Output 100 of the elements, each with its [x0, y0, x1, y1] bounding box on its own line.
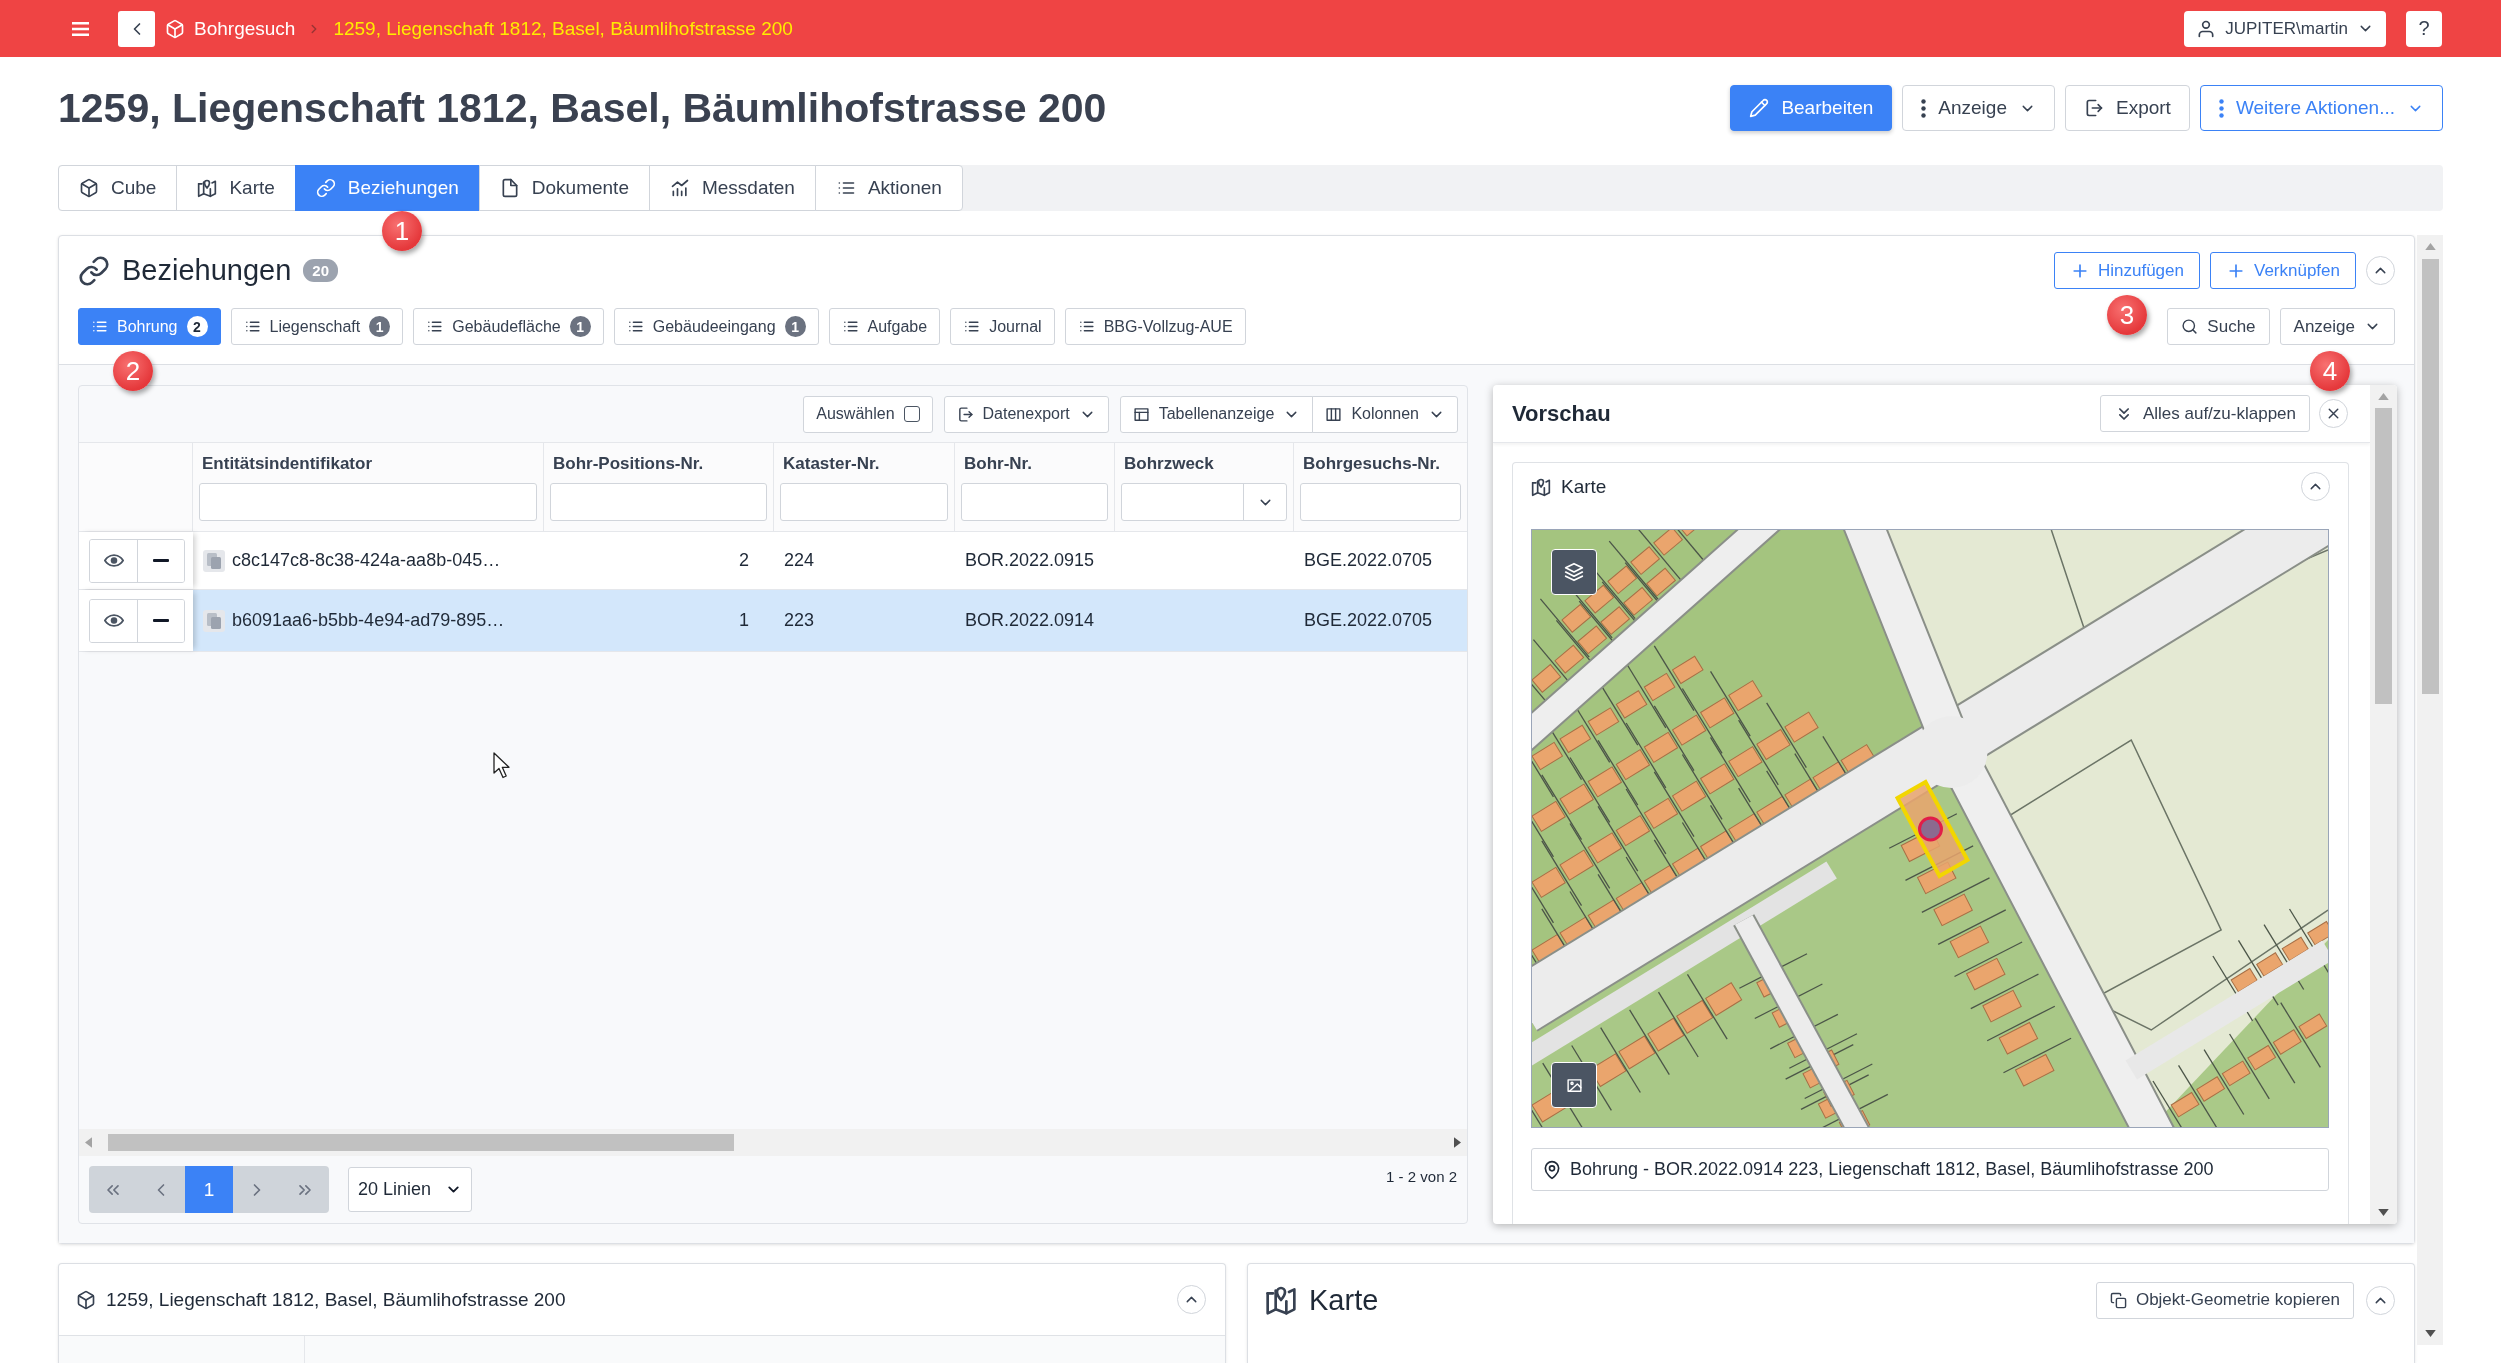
table-cell-text: 223 — [783, 609, 816, 632]
copy-icon[interactable] — [203, 609, 225, 632]
expand-collapse-all-button[interactable]: Alles auf/zu-klappen — [2099, 395, 2310, 432]
export-button[interactable]: Export — [2064, 85, 2190, 131]
more-actions-button[interactable]: Weitere Aktionen... — [2199, 85, 2443, 131]
scroll-right-icon[interactable] — [1454, 1137, 1461, 1148]
next-page-button[interactable] — [233, 1166, 281, 1213]
display-menu-button[interactable]: Anzeige — [2279, 308, 2395, 345]
table-row[interactable]: b6091aa6-b5bb-4e94-ad79-895… 1 223 BOR.2022.0914 BGE.2022.0705 — [79, 590, 1467, 652]
table-cell-text: 1 — [738, 609, 750, 632]
link-icon — [315, 178, 336, 198]
filter-input[interactable] — [550, 483, 767, 521]
copy-icon[interactable] — [203, 549, 225, 572]
close-button[interactable] — [2319, 399, 2348, 428]
table-row[interactable]: c8c147c8-8c38-424a-aa8b-045… 2 224 BOR.2022.0915 BGE.2022.0705 — [79, 532, 1467, 590]
link-button[interactable]: Verknüpfen — [2210, 252, 2356, 289]
filter-tab[interactable]: Liegenschaft 1 — [230, 308, 404, 345]
filter-input[interactable] — [780, 483, 948, 521]
map-drawing[interactable] — [1532, 530, 2328, 1127]
tab[interactable]: Dokumente — [478, 165, 650, 211]
tab[interactable]: Aktionen — [814, 165, 963, 211]
vertical-dots-icon — [2218, 98, 2224, 118]
eye-icon — [103, 554, 124, 567]
search-button[interactable]: Suche — [2167, 308, 2270, 345]
page-size-select[interactable]: 20 Linien — [348, 1167, 472, 1212]
filter-tab[interactable]: BBG-Vollzug-AUE — [1064, 308, 1246, 345]
page-scrollbar[interactable] — [2417, 235, 2443, 1345]
remove-button[interactable] — [137, 539, 184, 582]
image-button[interactable] — [1551, 1062, 1597, 1108]
page-button[interactable]: 1 — [185, 1166, 233, 1213]
scrollbar-thumb[interactable] — [2375, 408, 2392, 704]
layers-button[interactable] — [1551, 549, 1597, 595]
select-button[interactable]: Auswählen — [803, 395, 933, 433]
filter-tab[interactable]: Aufgabe — [828, 308, 941, 345]
first-page-button[interactable] — [89, 1166, 137, 1213]
column-header[interactable]: Entitätsindentifikator — [199, 454, 372, 474]
tab[interactable]: Cube — [58, 165, 178, 211]
preview-title: Vorschau — [1512, 400, 1611, 427]
tab[interactable]: Messdaten — [648, 165, 816, 211]
table-view-button[interactable]: Tabellenanzeige — [1119, 395, 1314, 433]
filter-input[interactable] — [1300, 483, 1461, 521]
column-header[interactable]: Bohr-Positions-Nr. — [550, 454, 704, 474]
scrollbar-thumb[interactable] — [2421, 259, 2439, 694]
scrollbar-thumb[interactable] — [108, 1134, 734, 1151]
filter-tab[interactable]: Gebäudefläche 1 — [413, 308, 604, 345]
back-button[interactable] — [118, 10, 155, 47]
table-layout-icon — [1132, 405, 1150, 423]
checkbox[interactable] — [903, 406, 920, 422]
filter-select[interactable] — [1121, 483, 1287, 521]
cube-icon — [165, 18, 185, 39]
page-title: 1259, Liegenschaft 1812, Basel, Bäumlihofstrasse 200 — [58, 84, 1107, 132]
minus-icon — [153, 559, 169, 562]
filter-input[interactable] — [199, 483, 537, 521]
horizontal-scrollbar[interactable] — [79, 1129, 1467, 1156]
add-button[interactable]: Hinzufügen — [2053, 252, 2200, 289]
column-header[interactable]: Bohr-Nr. — [961, 454, 1032, 474]
columns-button[interactable]: Kolonnen — [1312, 395, 1458, 433]
table-cell-text: 224 — [783, 549, 816, 572]
scroll-up-icon[interactable] — [2378, 393, 2389, 400]
column-header[interactable]: Bohrzweck — [1121, 454, 1214, 474]
filter-input[interactable] — [961, 483, 1108, 521]
edit-button[interactable]: Bearbeiten — [1730, 85, 1893, 131]
cube-icon — [79, 178, 99, 198]
previous-page-button[interactable] — [137, 1166, 185, 1213]
user-menu-button[interactable]: JUPITER\martin — [2184, 10, 2386, 47]
columns-icon — [1325, 405, 1343, 423]
cube-icon — [76, 1289, 96, 1310]
card-title: Karte — [1561, 475, 1607, 498]
column-header[interactable]: Kataster-Nr. — [780, 454, 880, 474]
section-title: Beziehungen — [122, 254, 292, 287]
copy-geometry-button[interactable]: Objekt-Geometrie kopieren — [2095, 1281, 2354, 1319]
count-badge: 1 — [784, 316, 806, 337]
table-cell-text: BOR.2022.0915 — [964, 549, 1096, 572]
tab[interactable]: Karte — [176, 165, 296, 211]
link-icon — [78, 254, 110, 287]
filter-tab[interactable]: Gebäudeeingang 1 — [613, 308, 819, 345]
data-export-button[interactable]: Datenexport — [943, 395, 1109, 433]
collapse-button[interactable] — [2301, 472, 2330, 501]
scroll-up-icon[interactable] — [2424, 243, 2436, 250]
scroll-down-icon[interactable] — [2424, 1330, 2436, 1337]
help-button[interactable]: ? — [2406, 10, 2442, 47]
filter-tab[interactable]: Bohrung 2 — [78, 308, 221, 345]
vertical-scrollbar[interactable] — [2370, 385, 2397, 1224]
collapse-button[interactable] — [2366, 1285, 2395, 1315]
count-badge: 1 — [569, 316, 591, 337]
tab[interactable]: Beziehungen — [294, 165, 480, 211]
collapse-button[interactable] — [2366, 256, 2395, 285]
menu-icon[interactable] — [72, 21, 89, 36]
last-page-button[interactable] — [281, 1166, 329, 1213]
table-cell-text: BOR.2022.0914 — [964, 609, 1096, 632]
search-icon — [2181, 318, 2199, 335]
display-menu-button[interactable]: Anzeige — [1902, 85, 2055, 131]
column-header[interactable]: Bohrgesuchs-Nr. — [1300, 454, 1440, 474]
scroll-down-icon[interactable] — [2378, 1209, 2389, 1216]
table-cell-text: BGE.2022.0705 — [1303, 549, 1434, 572]
scroll-left-icon[interactable] — [85, 1137, 92, 1148]
filter-tab[interactable]: Journal — [950, 308, 1055, 345]
remove-button[interactable] — [137, 599, 184, 642]
collapse-button[interactable] — [1177, 1285, 1206, 1314]
breadcrumb-link[interactable]: Bohrgesuch — [165, 17, 296, 40]
